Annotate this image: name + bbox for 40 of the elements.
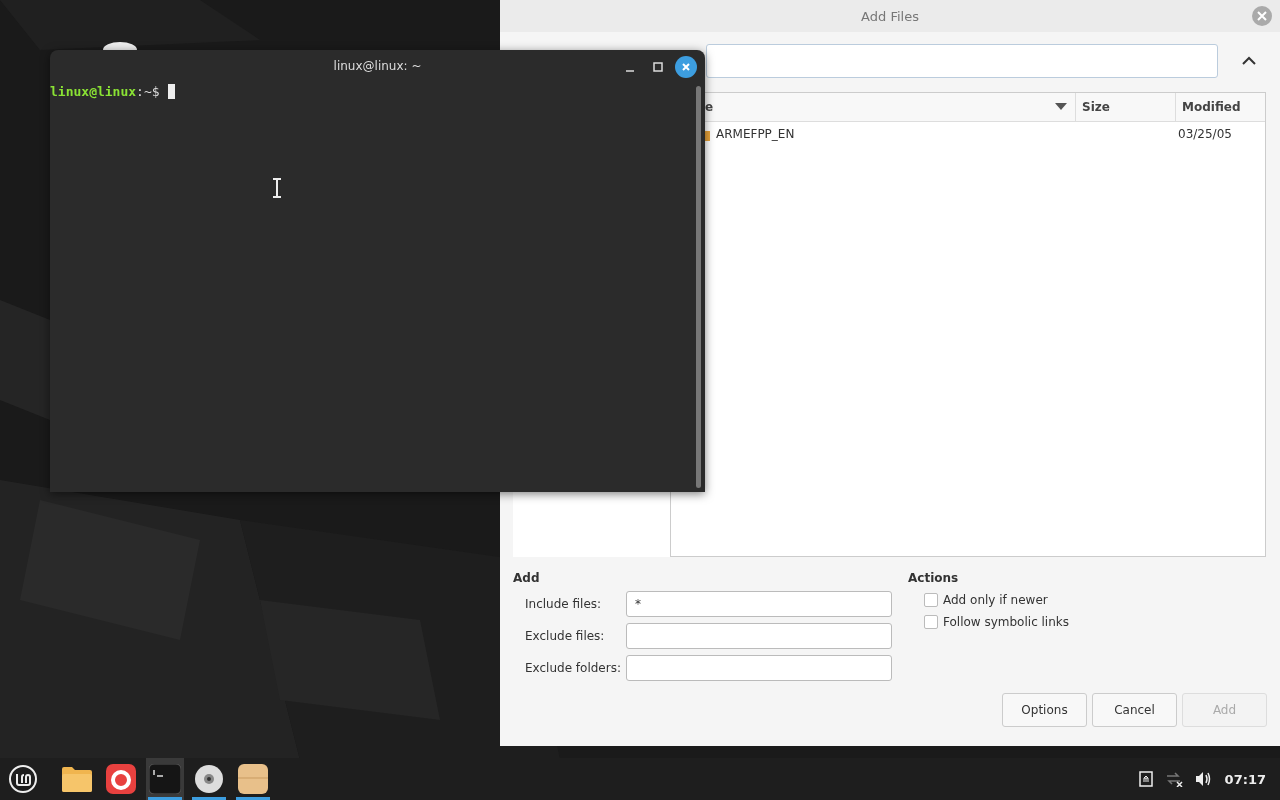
file-row[interactable]: ARMEFPP_EN 03/25/05 [705, 122, 1265, 146]
checkbox[interactable] [924, 593, 938, 607]
close-button[interactable] [675, 56, 697, 78]
column-header[interactable]: Modified [1176, 93, 1265, 121]
dialog-button[interactable]: Cancel [1092, 693, 1177, 727]
input-field[interactable] [626, 655, 892, 681]
close-icon [681, 62, 691, 72]
checkbox-label: Add only if newer [943, 593, 1048, 607]
window-title: Add Files [861, 8, 919, 24]
desktop-icon[interactable] [103, 42, 137, 50]
input-field[interactable]: * [626, 591, 892, 617]
checkbox-label: Follow symbolic links [943, 615, 1069, 629]
clock[interactable]: 07:17 [1224, 771, 1266, 787]
dialog-button[interactable]: Options [1002, 693, 1087, 727]
field-label: Exclude folders: [525, 661, 622, 675]
section-heading: Actions [908, 571, 960, 585]
field-label: Exclude files: [525, 629, 606, 643]
location-field[interactable] [706, 44, 1218, 78]
input-field[interactable] [626, 623, 892, 649]
checkbox[interactable] [924, 615, 938, 629]
notes-icon[interactable] [1138, 771, 1153, 787]
text-cursor [167, 83, 175, 99]
minimize-icon [626, 70, 634, 72]
sort-arrow-icon [1055, 103, 1067, 111]
window-title: linux@linux: ~ [333, 59, 422, 73]
column-header[interactable]: Size [1076, 93, 1176, 121]
prompt-user: linux@linux [50, 83, 137, 99]
file-date: 03/25/05 [1178, 127, 1232, 141]
close-icon [1256, 10, 1268, 22]
section-heading: Add [513, 571, 541, 585]
chevron-up-icon [1241, 56, 1257, 66]
field-label: Include files: [525, 597, 603, 611]
volume-icon[interactable] [1194, 771, 1213, 787]
scrollbar[interactable] [696, 86, 701, 488]
prompt-path: :~$ [136, 83, 160, 99]
maximize-icon [653, 62, 663, 72]
network-disconnected-icon[interactable] [1164, 771, 1183, 787]
file-name: ARMEFPP_EN [716, 127, 795, 141]
i-beam-cursor-icon [272, 178, 282, 198]
terminal-icon[interactable] [146, 758, 184, 800]
